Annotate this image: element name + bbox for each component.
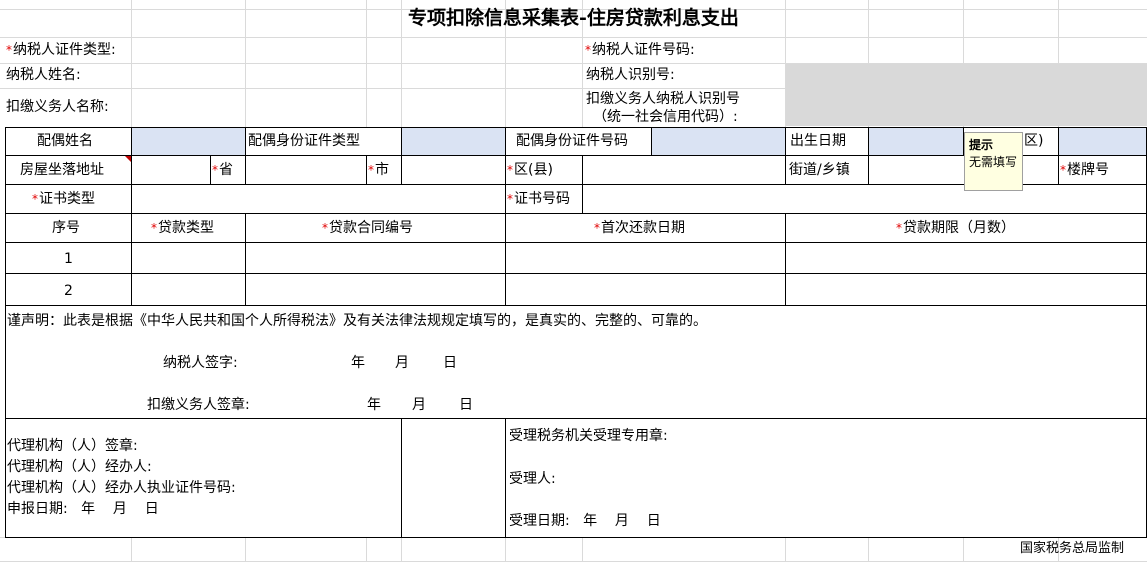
withholder-tin-sublabel: （统一社会信用代码）:: [593, 109, 738, 125]
spreadsheet-sheet: 专项扣除信息采集表-住房贷款利息支出 *纳税人证件类型: *纳税人证件号码: 纳…: [0, 0, 1147, 562]
loan-contract-field[interactable]: [245, 242, 506, 274]
footer-supervisor-text: 国家税务总局监制: [1020, 541, 1125, 556]
readonly-tin-cells: [786, 64, 1147, 126]
street-label-cell: 街道/乡镇: [785, 155, 869, 185]
province-field[interactable]: [131, 155, 211, 185]
table-row-no: 2: [5, 273, 132, 306]
city-label-cell: *市: [366, 155, 402, 185]
withholder-name-label: 扣缴义务人名称:: [6, 99, 109, 115]
loan-header-no: 序号: [5, 213, 132, 243]
cell-comment-popup: 提示 无需填写: [964, 132, 1023, 191]
tax-office-block: 受理税务机关受理专用章: 受理人: 受理日期: 年 月 日: [505, 418, 1147, 538]
cert-no-label-cell: *证书号码: [505, 184, 583, 214]
month-label: 月: [395, 355, 409, 371]
spouse-id-type-label-cell: 配偶身份证件类型: [245, 127, 402, 156]
report-date-label: 申报日期: 年 月 日: [7, 501, 159, 517]
county-field[interactable]: [401, 155, 506, 185]
loan-header-contract: *贷款合同编号: [245, 213, 506, 243]
loan-term-field[interactable]: [785, 242, 1147, 274]
spouse-id-no-field[interactable]: [651, 127, 786, 156]
province-label-cell: *省: [210, 155, 246, 185]
agent-block: 代理机构（人）签章: 代理机构（人）经办人: 代理机构（人）经办人执业证件号码:…: [5, 418, 402, 538]
cert-type-field[interactable]: [131, 184, 506, 214]
declaration-block: 谨声明：此表是根据《中华人民共和国个人所得税法》及有关法律法规规定填写的，是真实…: [5, 305, 1147, 419]
tax-office-seal-label: 受理税务机关受理专用章:: [509, 428, 668, 444]
agent-cert-label: 代理机构（人）经办人执业证件号码:: [7, 480, 236, 496]
loan-header-type: *贷款类型: [131, 213, 246, 243]
comment-title: 提示: [969, 138, 994, 152]
loan-term-field[interactable]: [785, 273, 1147, 306]
spouse-name-label-cell: 配偶姓名: [5, 127, 132, 156]
house-address-label-cell: 房屋坐落地址: [5, 155, 132, 185]
month-label: 月: [412, 397, 426, 413]
first-repay-date-field[interactable]: [505, 242, 786, 274]
day-label: 日: [459, 397, 473, 413]
city-field[interactable]: [245, 155, 367, 185]
agent-handler-label: 代理机构（人）经办人:: [7, 459, 152, 475]
taxpayer-id-no-label: *纳税人证件号码:: [585, 42, 695, 58]
year-label: 年: [367, 397, 381, 413]
loan-type-field[interactable]: [131, 273, 246, 306]
building-label-cell: *楼牌号: [1058, 155, 1147, 185]
day-label: 日: [443, 355, 457, 371]
year-label: 年: [351, 355, 365, 371]
taxpayer-id-type-label: *纳税人证件类型:: [6, 42, 116, 58]
birth-date-field[interactable]: [868, 127, 964, 156]
declaration-text: 谨声明：此表是根据《中华人民共和国个人所得税法》及有关法律法规规定填写的，是真实…: [7, 313, 707, 329]
cert-no-field[interactable]: [582, 184, 1147, 214]
withholder-seal-label: 扣缴义务人签章:: [147, 397, 250, 413]
first-repay-date-field[interactable]: [505, 273, 786, 306]
county-label-cell: *区(县): [505, 155, 583, 185]
form-title: 专项扣除信息采集表-住房贷款利息支出: [408, 7, 739, 29]
comment-text: 无需填写: [969, 155, 1018, 169]
cert-type-label-cell: *证书类型: [5, 184, 132, 214]
spouse-name-field[interactable]: [131, 127, 246, 156]
acceptor-label: 受理人:: [509, 471, 556, 487]
loan-header-first-repay: *首次还款日期: [505, 213, 786, 243]
spouse-id-no-label-cell: 配偶身份证件号码: [505, 127, 652, 156]
taxpayer-sign-label: 纳税人签字:: [163, 355, 238, 371]
birth-date-label-cell: 出生日期: [785, 127, 869, 156]
loan-contract-field[interactable]: [245, 273, 506, 306]
withholder-tin-label: 扣缴义务人纳税人识别号: [586, 91, 740, 107]
spouse-id-type-field[interactable]: [401, 127, 506, 156]
street-field[interactable]: [582, 155, 786, 185]
accept-date-label: 受理日期: 年 月 日: [509, 513, 661, 529]
loan-type-field[interactable]: [131, 242, 246, 274]
table-row-no: 1: [5, 242, 132, 274]
loan-header-term: *贷款期限（月数）: [785, 213, 1147, 243]
taxpayer-name-label: 纳税人姓名:: [6, 67, 81, 83]
agent-seal-area[interactable]: [401, 418, 506, 538]
taxpayer-tin-label: 纳税人识别号:: [586, 67, 675, 83]
agent-seal-label: 代理机构（人）签章:: [7, 438, 138, 454]
district-field[interactable]: [1058, 127, 1147, 156]
